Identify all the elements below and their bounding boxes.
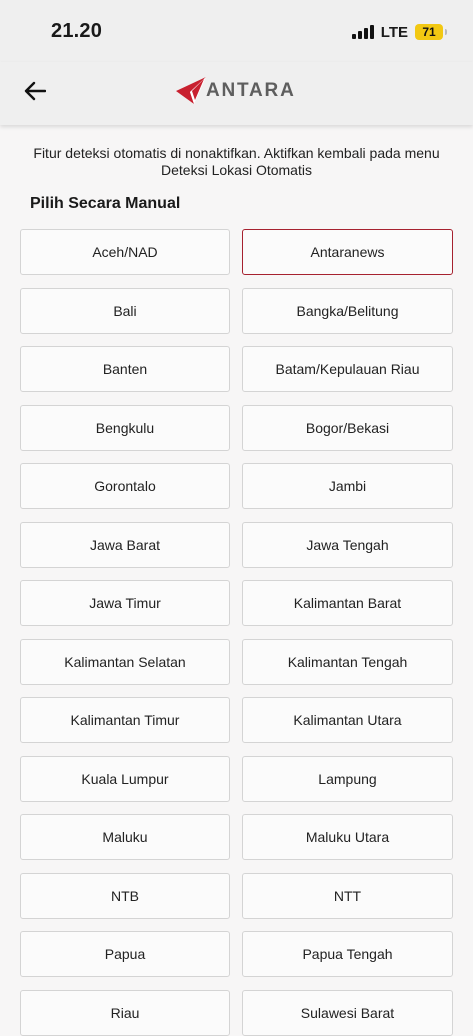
region-button[interactable]: Bangka/Belitung bbox=[242, 287, 453, 334]
region-button[interactable]: Jawa Barat bbox=[20, 521, 230, 568]
region-button[interactable]: Jawa Tengah bbox=[242, 521, 453, 568]
region-button[interactable]: Papua Tengah bbox=[242, 931, 453, 977]
region-button[interactable]: Gorontalo bbox=[20, 463, 230, 509]
region-button[interactable]: Batam/Kepulauan Riau bbox=[242, 346, 453, 392]
region-button[interactable]: Maluku bbox=[20, 814, 230, 860]
region-button[interactable]: Jambi bbox=[242, 463, 453, 509]
antara-logo-mark bbox=[176, 77, 206, 104]
region-button[interactable]: Banten bbox=[20, 346, 230, 392]
back-button[interactable] bbox=[22, 78, 48, 104]
region-button[interactable]: Papua bbox=[20, 931, 230, 977]
region-button[interactable]: NTB bbox=[20, 872, 230, 919]
region-button[interactable]: Lampung bbox=[242, 755, 453, 802]
region-button[interactable]: Bengkulu bbox=[20, 404, 230, 451]
network-type: LTE bbox=[380, 23, 408, 41]
region-button[interactable]: Kalimantan Utara bbox=[242, 697, 453, 743]
signal-icon bbox=[351, 25, 374, 39]
region-button[interactable]: Kalimantan Tengah bbox=[242, 638, 453, 685]
battery-icon: 71 bbox=[415, 24, 447, 40]
arrow-left-icon bbox=[24, 81, 46, 101]
region-button[interactable]: Sulawesi Barat bbox=[242, 989, 453, 1036]
status-time: 21.20 bbox=[51, 20, 103, 42]
region-grid: Aceh/NAD Antaranews Bali Bangka/Belitung Ban… bbox=[20, 229, 453, 1036]
notice-text: Fitur deteksi otomatis di nonaktifkan. A… bbox=[33, 145, 440, 178]
region-button[interactable]: Kalimantan Selatan bbox=[20, 638, 230, 685]
status-bar: 21.20 LTE 71 bbox=[0, 0, 473, 62]
region-button[interactable]: Aceh/NAD bbox=[20, 229, 230, 275]
region-button[interactable]: Riau bbox=[20, 989, 230, 1036]
app-bar: ANTARA bbox=[0, 62, 473, 125]
region-button[interactable]: Antaranews bbox=[242, 229, 453, 275]
region-button[interactable]: Bali bbox=[20, 287, 230, 334]
region-button[interactable]: Kalimantan Barat bbox=[242, 580, 453, 626]
region-button[interactable]: Bogor/Bekasi bbox=[242, 404, 453, 451]
region-button[interactable]: Kalimantan Timur bbox=[20, 697, 230, 743]
region-button[interactable]: Jawa Timur bbox=[20, 580, 230, 626]
section-title: Pilih Secara Manual bbox=[30, 195, 181, 212]
antara-logo: ANTARA bbox=[174, 76, 296, 106]
region-button[interactable]: Maluku Utara bbox=[242, 814, 453, 860]
region-button[interactable]: Kuala Lumpur bbox=[20, 755, 230, 802]
status-indicators: LTE 71 bbox=[351, 22, 447, 42]
region-button[interactable]: NTT bbox=[242, 872, 453, 919]
battery-level: 71 bbox=[422, 25, 436, 39]
logo-text: ANTARA bbox=[206, 80, 296, 101]
